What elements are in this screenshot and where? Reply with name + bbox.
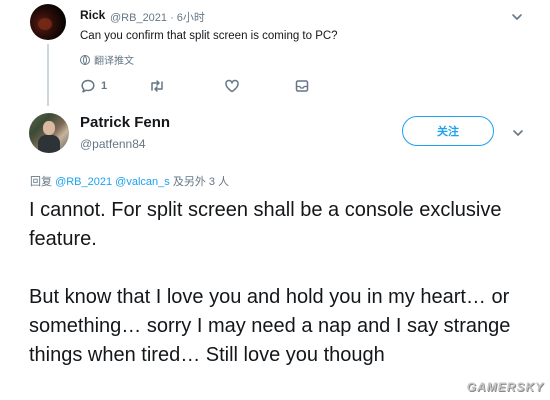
author-handle[interactable]: @patfenn84 <box>80 137 146 151</box>
tweet-paragraph-2: But know that I love you and hold you in… <box>29 286 511 366</box>
reply-author-name[interactable]: Rick <box>80 8 105 22</box>
heart-icon <box>225 79 239 93</box>
mention-link-valcan[interactable]: @valcan_s <box>115 176 170 188</box>
reply-tweet-menu-chevron-down-icon[interactable] <box>510 10 524 24</box>
replying-to-prefix: 回复 <box>30 176 56 188</box>
thread-connector-line <box>47 44 49 106</box>
reply-action-button[interactable]: 1 <box>80 77 107 95</box>
tweet-menu-chevron-down-icon[interactable] <box>511 126 525 140</box>
like-action-button[interactable] <box>224 77 240 95</box>
reply-tweet-text: Can you confirm that split screen is com… <box>80 30 338 42</box>
rick-avatar[interactable] <box>30 4 66 40</box>
retweet-icon <box>151 80 163 92</box>
translate-tweet-link[interactable]: 翻译推文 <box>80 52 134 67</box>
direct-message-action-button[interactable] <box>294 77 310 95</box>
replying-to-line: 回复 @RB_2021 @valcan_s 及另外 3 人 <box>30 173 229 189</box>
mention-link-rb2021[interactable]: @RB_2021 <box>55 176 112 188</box>
globe-icon <box>80 54 90 65</box>
replying-to-others[interactable]: 及另外 3 人 <box>170 176 229 188</box>
reply-author-handle-time[interactable]: @RB_2021 · 6小时 <box>110 9 205 25</box>
mail-icon <box>295 80 309 92</box>
patrick-avatar[interactable] <box>29 113 69 153</box>
retweet-action-button[interactable] <box>148 77 166 95</box>
follow-button[interactable]: 关注 <box>402 116 494 146</box>
author-name[interactable]: Patrick Fenn <box>80 114 170 131</box>
tweet-body: I cannot. For split screen shall be a co… <box>29 196 544 399</box>
reply-icon <box>81 79 95 93</box>
tweet-paragraph-1: I cannot. For split screen shall be a co… <box>29 199 502 250</box>
reply-count: 1 <box>101 80 108 92</box>
watermark: GAMERSKY <box>466 380 544 394</box>
translate-label: 翻译推文 <box>94 56 134 67</box>
